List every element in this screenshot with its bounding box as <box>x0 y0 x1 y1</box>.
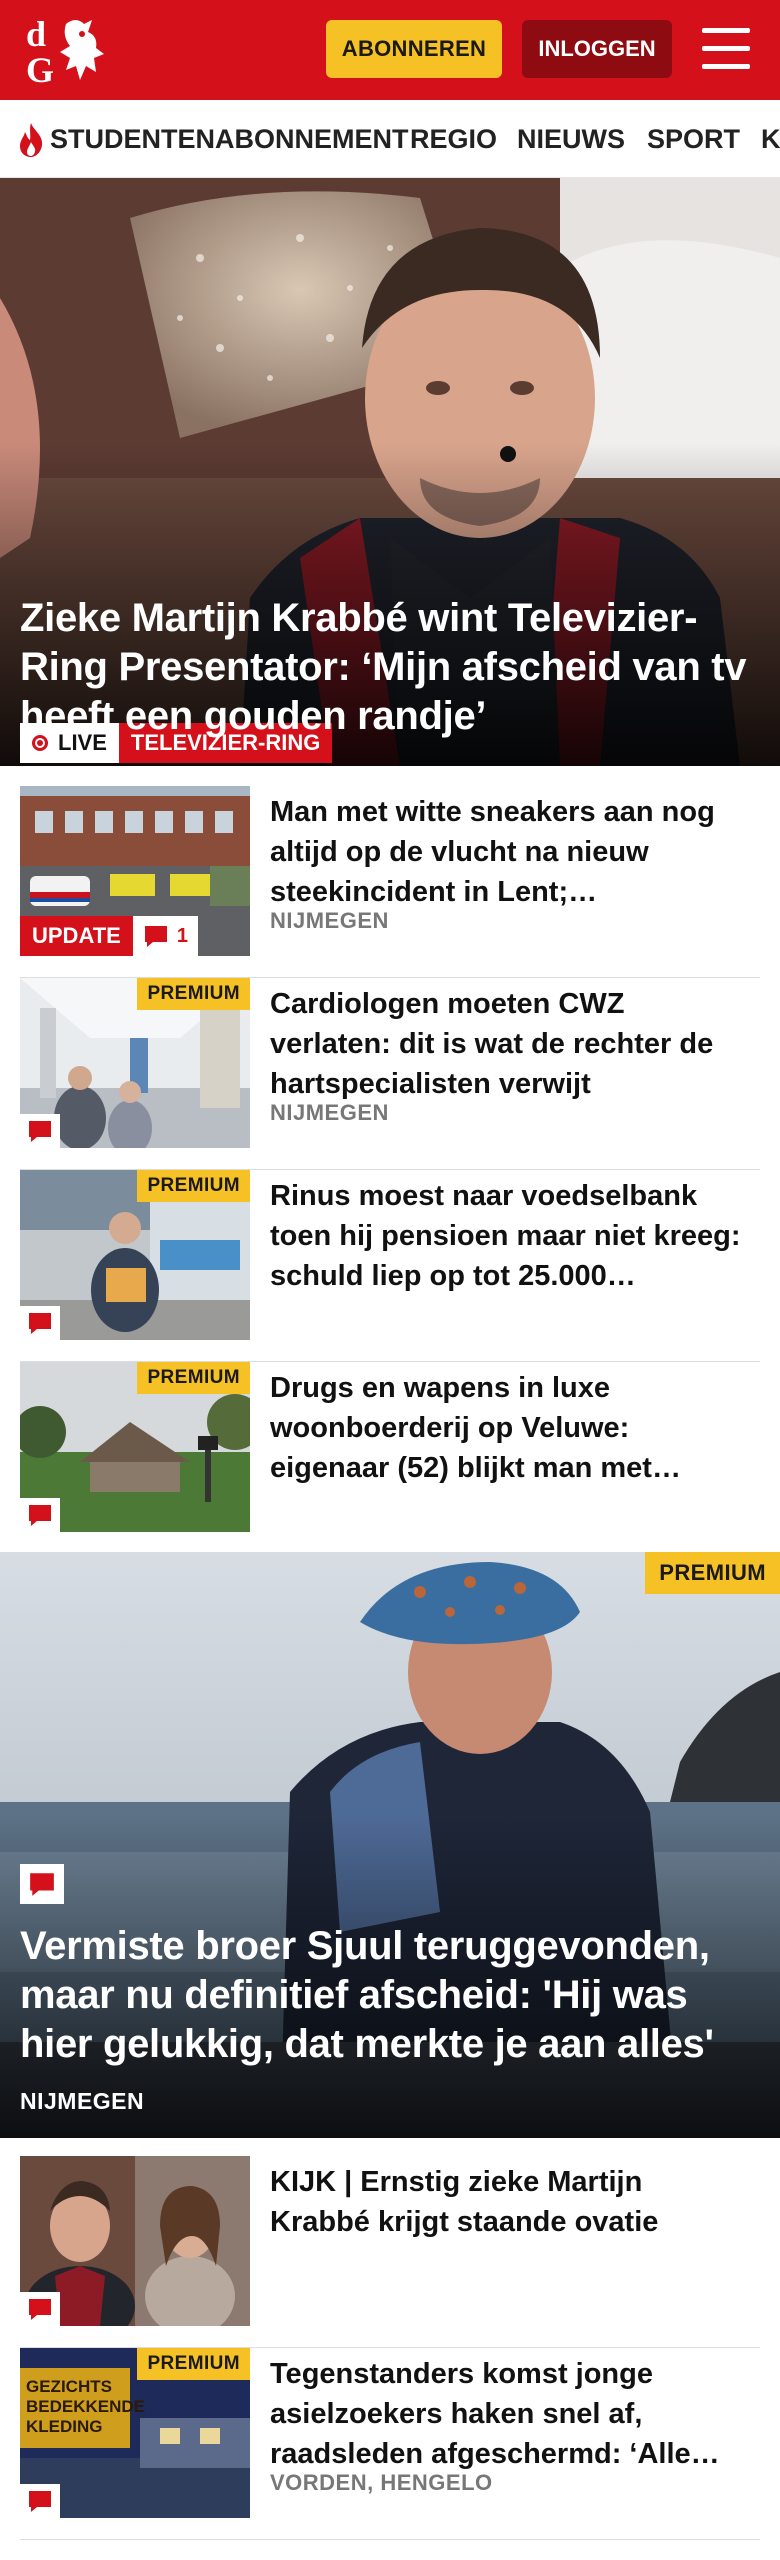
menu-icon[interactable] <box>700 24 752 74</box>
comment-badge[interactable] <box>20 2484 60 2518</box>
comment-count: 1 <box>176 924 188 947</box>
featured-title[interactable]: Vermiste broer Sjuul teruggevonden, maar… <box>20 1922 765 2069</box>
flame-icon <box>20 123 43 157</box>
article-title[interactable]: Rinus moest naar voedselbank toen hij pe… <box>270 1176 750 1296</box>
article-title[interactable]: Tegenstanders komst jonge asielzoekers h… <box>270 2354 750 2474</box>
comment-badge[interactable] <box>20 1114 60 1148</box>
subscribe-button[interactable]: ABONNEREN <box>326 20 502 78</box>
comment-icon <box>29 1313 51 1334</box>
list-item[interactable]: UPDATE 1 Man met witte sneakers aan nog … <box>0 786 780 978</box>
article-thumbnail: PREMIUM <box>20 1362 250 1532</box>
nav-item-regio[interactable]: REGIO <box>410 124 497 155</box>
sign-line-3: KLEDING <box>26 2417 103 2436</box>
article-thumbnail: PREMIUM <box>20 978 250 1148</box>
nav-item-nieuws[interactable]: NIEUWS <box>517 124 625 155</box>
comment-icon <box>30 1873 54 1896</box>
list-item[interactable]: PREMIUM Drugs en wapens in luxe woonboer… <box>0 1362 780 1554</box>
menu-icon-bar <box>702 28 750 33</box>
menu-icon-bar <box>702 64 750 69</box>
article-region: NIJMEGEN <box>270 1100 389 1125</box>
logo[interactable]: d G <box>22 14 118 90</box>
nav-item-more[interactable]: K <box>761 124 780 155</box>
featured-article[interactable]: PREMIUM Vermiste broer Sjuul teruggevond… <box>0 1552 780 2138</box>
article-thumbnail: UPDATE 1 <box>20 786 250 956</box>
list-item[interactable]: PREMIUM Rinus moest naar voedselbank toe… <box>0 1170 780 1362</box>
nav-item-sport[interactable]: SPORT <box>647 124 740 155</box>
featured-region: NIJMEGEN <box>20 2088 145 2114</box>
premium-badge: PREMIUM <box>645 1552 780 1594</box>
premium-badge: PREMIUM <box>137 978 250 1010</box>
article-region: NIJMEGEN <box>270 908 389 933</box>
article-title[interactable]: Man met witte sneakers aan nog altijd op… <box>270 792 750 912</box>
sign-line-1: GEZICHTS <box>26 2377 112 2396</box>
section-nav: STUDENTENABONNEMENT REGIO NIEUWS SPORT K <box>0 100 780 178</box>
article-thumbnail: GEZICHTS BEDEKKENDE KLEDING PREMIUM <box>20 2348 250 2518</box>
article-region: VORDEN, HENGELO <box>270 2470 493 2495</box>
comment-badge[interactable] <box>20 1498 60 1532</box>
premium-badge: PREMIUM <box>137 1362 250 1394</box>
update-label: UPDATE <box>20 916 133 956</box>
article-title[interactable]: KIJK | Ernstig zieke Martijn Krabbé krij… <box>270 2162 750 2242</box>
comment-icon <box>144 926 167 947</box>
comment-badge[interactable] <box>20 1864 64 1904</box>
svg-text:G: G <box>26 50 54 86</box>
premium-badge: PREMIUM <box>137 2348 250 2380</box>
comment-count-badge[interactable]: 1 <box>132 916 198 956</box>
comment-badge[interactable] <box>20 1306 60 1340</box>
menu-icon-bar <box>702 46 750 51</box>
comment-icon <box>29 2491 51 2512</box>
article-title[interactable]: Cardiologen moeten CWZ verlaten: dit is … <box>270 984 750 1104</box>
comment-icon <box>29 1121 51 1142</box>
list-item[interactable]: PREMIUM Cardiologen moeten CWZ verlaten:… <box>0 978 780 1170</box>
comment-icon <box>29 2299 51 2320</box>
svg-text:d: d <box>26 14 46 54</box>
divider <box>20 2539 760 2540</box>
list-item[interactable]: GEZICHTS BEDEKKENDE KLEDING PREMIUM Tege… <box>0 2348 780 2540</box>
article-title[interactable]: Drugs en wapens in luxe woonboerderij op… <box>270 1368 750 1488</box>
hero-title[interactable]: Zieke Martijn Krabbé wint Televizier-Rin… <box>20 594 760 741</box>
article-thumbnail: PREMIUM <box>20 1170 250 1340</box>
top-header: d G ABONNEREN INLOGGEN <box>0 0 780 100</box>
article-thumbnail <box>20 2156 250 2326</box>
login-button[interactable]: INLOGGEN <box>522 20 672 78</box>
sign-line-2: BEDEKKENDE <box>26 2397 145 2416</box>
logo-mark: d G <box>26 14 104 90</box>
update-badge: UPDATE 1 <box>20 916 198 956</box>
nav-item-studentenabonnement[interactable]: STUDENTENABONNEMENT <box>50 124 409 155</box>
list-item[interactable]: KIJK | Ernstig zieke Martijn Krabbé krij… <box>0 2156 780 2348</box>
premium-badge: PREMIUM <box>137 1170 250 1202</box>
comment-icon <box>29 1505 51 1526</box>
comment-badge[interactable] <box>20 2292 60 2326</box>
